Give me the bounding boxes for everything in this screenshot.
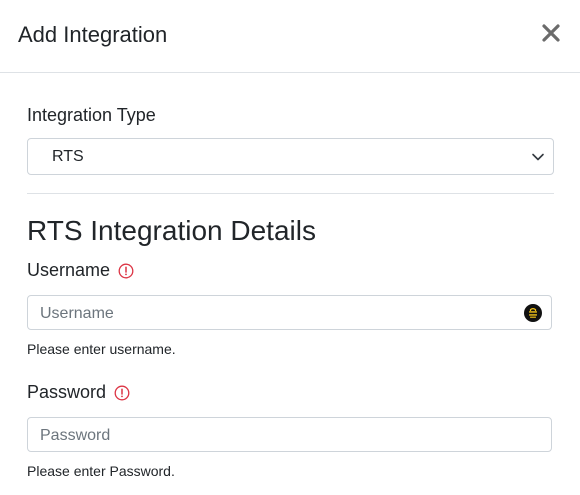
password-help-text: Please enter Password.	[27, 463, 175, 479]
password-input[interactable]	[38, 418, 512, 453]
username-input[interactable]	[38, 296, 512, 331]
dialog-header: Add Integration	[0, 0, 580, 73]
integration-type-select[interactable]: RTS	[27, 138, 554, 175]
alert-circle-icon	[114, 385, 130, 400]
integration-type-label: Integration Type	[27, 105, 156, 125]
password-manager-icon[interactable]	[524, 304, 542, 322]
username-help-text: Please enter username.	[27, 341, 176, 357]
username-label-row: Username	[27, 260, 134, 281]
password-field[interactable]	[27, 417, 552, 453]
integration-type-selected: RTS	[52, 148, 84, 165]
section-title: RTS Integration Details	[27, 215, 316, 246]
close-icon[interactable]	[540, 22, 562, 44]
password-label: Password	[27, 382, 107, 402]
chevron-down-icon	[532, 153, 544, 161]
add-integration-dialog: Add Integration Integration Type RTS RTS…	[0, 0, 580, 495]
username-label: Username	[27, 260, 111, 280]
section-divider	[27, 193, 554, 194]
username-field[interactable]	[27, 295, 552, 331]
dialog-title: Add Integration	[18, 22, 168, 47]
password-label-row: Password	[27, 382, 130, 403]
alert-circle-icon	[118, 263, 134, 278]
